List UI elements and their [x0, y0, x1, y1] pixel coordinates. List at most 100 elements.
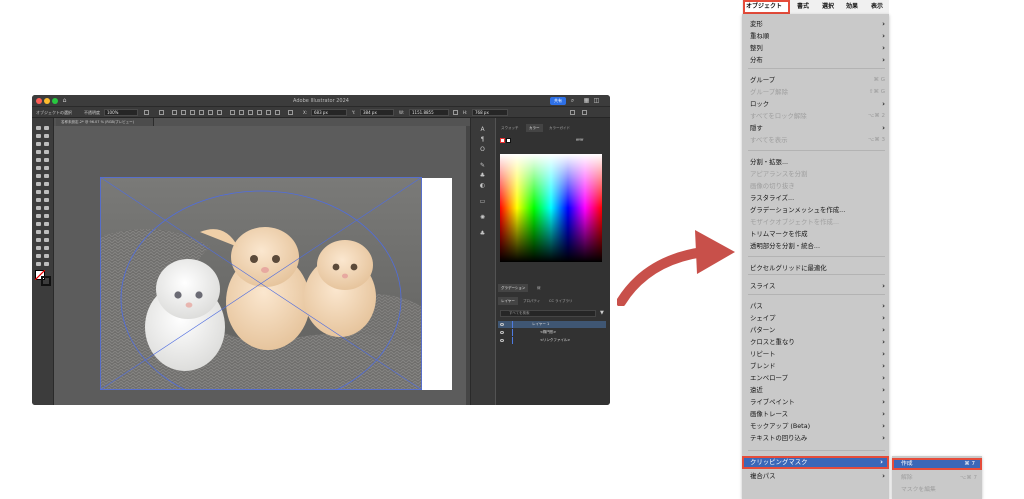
align-right-icon[interactable]	[190, 110, 195, 115]
arrange-icon[interactable]	[570, 110, 575, 115]
symbol-icon[interactable]: ♣	[479, 172, 486, 179]
layer-row[interactable]: <リンクファイル>	[498, 337, 606, 344]
tool-1-icon[interactable]	[36, 126, 41, 130]
tool-28-icon[interactable]	[44, 230, 49, 234]
kittens-image[interactable]	[100, 177, 422, 390]
visibility-eye-icon[interactable]	[500, 339, 504, 342]
menu-item[interactable]: 遠近 ›	[742, 384, 889, 396]
appearance-icon[interactable]: ✺	[479, 214, 486, 221]
menu-item[interactable]: 変形 ›	[742, 18, 889, 30]
tool-3-icon[interactable]	[36, 134, 41, 138]
menu-item[interactable]: ブレンド ›	[742, 360, 889, 372]
menu-item[interactable]: ロック ›	[742, 98, 889, 110]
menu-item[interactable]: 画像トレース ›	[742, 408, 889, 420]
tool-36-icon[interactable]	[44, 262, 49, 266]
workspace-icon[interactable]: ▦	[583, 97, 590, 104]
align-to-icon[interactable]	[159, 110, 164, 115]
menu-view[interactable]: 表示	[871, 0, 883, 14]
menu-item[interactable]: 重ね順 ›	[742, 30, 889, 42]
tool-11-icon[interactable]	[36, 166, 41, 170]
layer-search-input[interactable]: すべてを検索	[500, 310, 596, 317]
tab-cc-libraries[interactable]: CC ライブラリ	[546, 297, 576, 305]
layer-row[interactable]: <楕円形>	[498, 329, 606, 336]
align-center-icon[interactable]	[181, 110, 186, 115]
tool-30-icon[interactable]	[44, 238, 49, 242]
tab-swatches[interactable]: スウォッチ	[498, 124, 522, 132]
tool-21-icon[interactable]	[36, 206, 41, 210]
opacity-field[interactable]: 100%	[104, 109, 138, 116]
panel-menu-icon[interactable]	[582, 110, 587, 115]
align-bottom-icon[interactable]	[217, 110, 222, 115]
hex-field[interactable]: ffffff	[576, 137, 583, 144]
menu-object[interactable]: オブジェクト	[746, 0, 782, 14]
menu-item[interactable]: ライブペイント ›	[742, 396, 889, 408]
filter-icon[interactable]: ▼	[600, 310, 604, 316]
menu-item[interactable]: ピクセルグリッドに最適化	[742, 262, 889, 274]
recolor-icon[interactable]	[144, 110, 149, 115]
tool-13-icon[interactable]	[36, 174, 41, 178]
tool-23-icon[interactable]	[36, 214, 41, 218]
menu-item[interactable]: リピート ›	[742, 348, 889, 360]
tool-34-icon[interactable]	[44, 254, 49, 258]
tool-17-icon[interactable]	[36, 190, 41, 194]
menu-item[interactable]: パターン ›	[742, 324, 889, 336]
tool-5-icon[interactable]	[36, 142, 41, 146]
menu-item[interactable]: テキストの回り込み ›	[742, 432, 889, 444]
align-left-icon[interactable]	[172, 110, 177, 115]
menu-item[interactable]: 複合パス ›	[742, 470, 889, 482]
layer-row[interactable]: レイヤー 1	[498, 321, 606, 328]
menu-type[interactable]: 書式	[797, 0, 809, 14]
links-icon[interactable]: ♣	[479, 230, 486, 237]
search-icon[interactable]: ⌕	[569, 97, 576, 104]
tool-18-icon[interactable]	[44, 190, 49, 194]
menu-item[interactable]: 整列 ›	[742, 42, 889, 54]
tool-20-icon[interactable]	[44, 198, 49, 202]
menu-item[interactable]: 隠す ›	[742, 122, 889, 134]
h-field[interactable]: 768 px	[472, 109, 508, 116]
share-button[interactable]: 共有	[550, 97, 566, 105]
panel-toggle-icon[interactable]: ◫	[593, 97, 600, 104]
tool-7-icon[interactable]	[36, 150, 41, 154]
menu-item[interactable]: グラデーションメッシュを作成...	[742, 204, 889, 216]
tab-stroke[interactable]: 線	[534, 284, 544, 292]
stroke-color-chip[interactable]	[506, 138, 511, 143]
visibility-eye-icon[interactable]	[500, 323, 504, 326]
tool-2-icon[interactable]	[44, 126, 49, 130]
tab-properties[interactable]: プロパティ	[520, 297, 543, 305]
tool-26-icon[interactable]	[44, 222, 49, 226]
tool-4-icon[interactable]	[44, 134, 49, 138]
tool-15-icon[interactable]	[36, 182, 41, 186]
tool-25-icon[interactable]	[36, 222, 41, 226]
tab-color[interactable]: カラー	[526, 124, 543, 132]
menu-item[interactable]: スライス ›	[742, 280, 889, 292]
menu-item[interactable]: エンベロープ ›	[742, 372, 889, 384]
paragraph-icon[interactable]: ¶	[479, 136, 486, 143]
tool-10-icon[interactable]	[44, 158, 49, 162]
document-tab[interactable]: 名称未設定-2* @ 96.07 % (RGB/プレビュー)	[56, 118, 154, 126]
menu-item[interactable]: グループ ⌘ G	[742, 74, 889, 86]
tool-16-icon[interactable]	[44, 182, 49, 186]
tool-12-icon[interactable]	[44, 166, 49, 170]
menu-item[interactable]: 分布 ›	[742, 54, 889, 66]
tool-35-icon[interactable]	[36, 262, 41, 266]
tool-6-icon[interactable]	[44, 142, 49, 146]
submenu-item[interactable]: 作成 ⌘ 7	[892, 458, 982, 470]
tool-27-icon[interactable]	[36, 230, 41, 234]
distribute-left-icon[interactable]	[257, 110, 262, 115]
menu-select[interactable]: 選択	[822, 0, 834, 14]
fill-color-chip[interactable]	[500, 138, 505, 143]
menu-item[interactable]: クリッピングマスク ›	[742, 456, 889, 469]
color-spectrum[interactable]	[500, 154, 602, 262]
character-icon[interactable]: A	[479, 126, 486, 133]
distribute-center-icon[interactable]	[266, 110, 271, 115]
menu-item[interactable]: トリムマークを作成	[742, 228, 889, 240]
tool-31-icon[interactable]	[36, 246, 41, 250]
tool-9-icon[interactable]	[36, 158, 41, 162]
tool-29-icon[interactable]	[36, 238, 41, 242]
opentype-icon[interactable]: O	[479, 146, 486, 153]
transform-panel-icon[interactable]: ▭	[479, 198, 486, 205]
menu-item[interactable]: モックアップ (Beta) ›	[742, 420, 889, 432]
stroke-swatch[interactable]	[41, 276, 51, 286]
tool-19-icon[interactable]	[36, 198, 41, 202]
tool-8-icon[interactable]	[44, 150, 49, 154]
